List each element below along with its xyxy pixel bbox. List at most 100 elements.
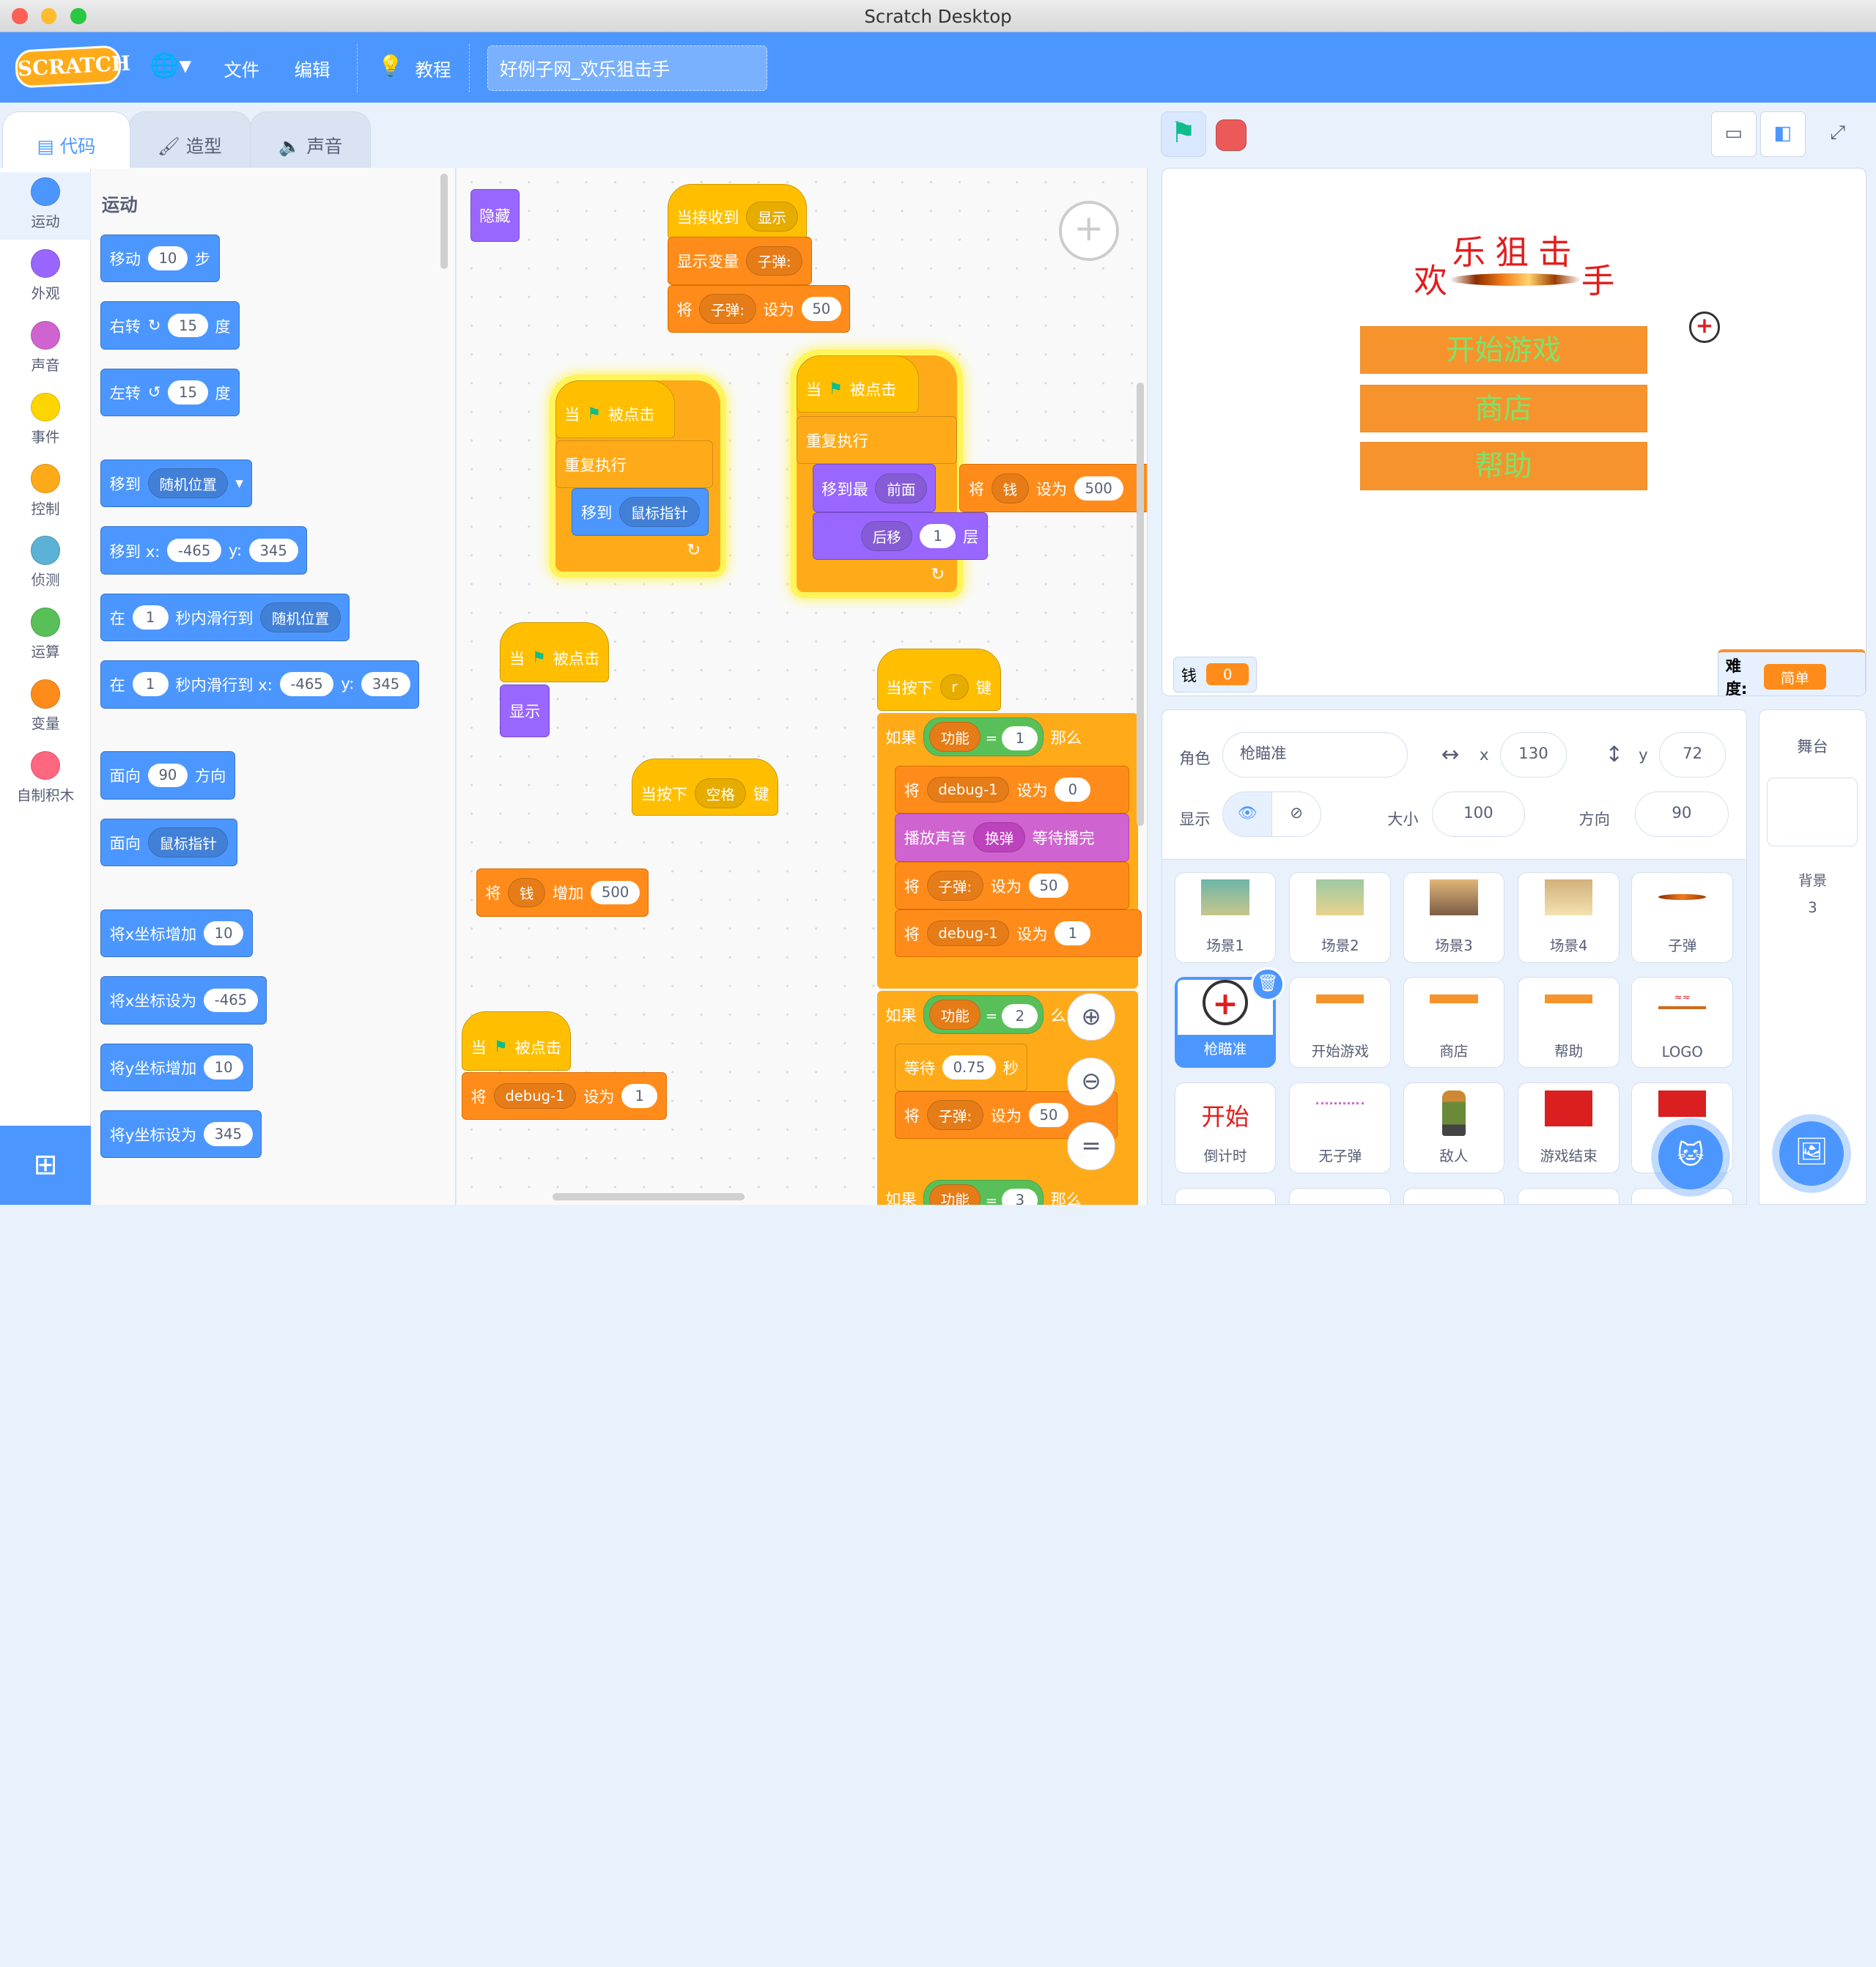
- block-forever[interactable]: 重复执行: [555, 440, 714, 489]
- menu-tutorials[interactable]: 教程: [416, 56, 451, 82]
- block-change-x[interactable]: 将x坐标增加 10: [100, 909, 253, 958]
- category-motion[interactable]: 运动: [0, 172, 92, 240]
- block-change-money[interactable]: 将钱增加 500: [476, 868, 649, 917]
- sprite-tile[interactable]: 游戏结束: [1518, 1082, 1620, 1174]
- zoom-out-button[interactable]: ⊖: [1067, 1058, 1115, 1106]
- sprite-tile[interactable]: [1403, 1187, 1505, 1205]
- block-hide[interactable]: 隐藏: [470, 188, 520, 242]
- add-backdrop-button[interactable]: 🖼: [1779, 1121, 1844, 1186]
- block-set-bullet[interactable]: 将子弹: 设为 50: [668, 284, 851, 333]
- sprite-tile[interactable]: 敌人: [1403, 1082, 1505, 1174]
- hide-sprite-button[interactable]: ⊘: [1271, 791, 1322, 838]
- block-go-backward[interactable]: 后移 1 层: [812, 512, 988, 561]
- block-when-r-pressed[interactable]: 当按下 r 键: [876, 648, 1001, 711]
- block-turn-right[interactable]: 右转 ↻ 15 度: [100, 301, 240, 350]
- block-forever-2[interactable]: 重复执行: [797, 416, 958, 465]
- stage-shop-button[interactable]: 商店: [1359, 385, 1647, 433]
- sprite-tile[interactable]: [1174, 1187, 1277, 1205]
- sprite-tile[interactable]: [1289, 1187, 1392, 1205]
- zoom-in-button[interactable]: ⊕: [1067, 993, 1115, 1041]
- stage-thumbnail[interactable]: [1766, 777, 1858, 847]
- tab-sounds[interactable]: 🔈 声音: [250, 111, 372, 169]
- block-set-debug-0[interactable]: 将 debug-1 设为 0: [895, 765, 1130, 814]
- stage-help-button[interactable]: 帮助: [1359, 442, 1647, 490]
- block-goto[interactable]: 移到 随机位置 ▾: [100, 459, 253, 508]
- stop-button[interactable]: [1215, 119, 1247, 151]
- category-operators[interactable]: 运算: [0, 608, 91, 661]
- block-set-debug-1[interactable]: 将 debug-1 设为 1: [895, 909, 1142, 958]
- block-point-towards[interactable]: 面向 鼠标指针: [100, 818, 237, 867]
- block-goto-xy[interactable]: 移到 x: -465 y: 345: [100, 526, 307, 575]
- category-sensing[interactable]: 侦测: [0, 536, 91, 589]
- block-show-variable[interactable]: 显示变量 子弹:: [668, 237, 812, 285]
- palette-scrollbar[interactable]: [440, 173, 448, 270]
- sprite-y-input[interactable]: 72: [1658, 731, 1727, 778]
- sprite-tile[interactable]: 场景2: [1289, 871, 1392, 963]
- tab-costumes[interactable]: 🖌 造型: [128, 111, 251, 169]
- block-show[interactable]: 显示: [500, 684, 550, 737]
- difficulty-monitor[interactable]: 难度: 简单: [1717, 649, 1866, 696]
- block-set-y[interactable]: 将y坐标设为 345: [100, 1110, 262, 1159]
- menu-edit[interactable]: 编辑: [295, 56, 330, 82]
- block-go-to-front[interactable]: 移到最 前面: [812, 464, 937, 512]
- sprite-tile[interactable]: ≈≈ LOGO: [1631, 977, 1734, 1069]
- sprite-tile[interactable]: [1631, 1187, 1734, 1205]
- block-set-x[interactable]: 将x坐标设为 -465: [100, 976, 267, 1025]
- sprite-name-input[interactable]: 枪瞄准: [1222, 731, 1408, 778]
- add-sprite-button[interactable]: 🐱: [1658, 1124, 1724, 1189]
- menu-file[interactable]: 文件: [224, 56, 259, 82]
- workspace-v-scrollbar[interactable]: [1137, 383, 1144, 826]
- sprite-tile[interactable]: 商店: [1403, 977, 1505, 1069]
- block-change-y[interactable]: 将y坐标增加 10: [100, 1043, 253, 1091]
- block-when-space-pressed[interactable]: 当按下 空格键: [632, 759, 778, 816]
- small-stage-button[interactable]: ▭: [1710, 111, 1757, 157]
- tab-code[interactable]: ▤ 代码: [2, 111, 130, 169]
- delete-sprite-button[interactable]: 🗑: [1251, 967, 1285, 1001]
- block-move-steps[interactable]: 移动 10 步: [100, 234, 220, 283]
- sprite-size-input[interactable]: 100: [1431, 791, 1526, 838]
- sprite-direction-input[interactable]: 90: [1635, 791, 1729, 838]
- block-turn-left[interactable]: 左转 ↺ 15 度: [100, 368, 240, 417]
- sprite-tile[interactable]: 子弹: [1631, 871, 1734, 963]
- sprite-tile[interactable]: 场景3: [1403, 871, 1505, 963]
- block-wait[interactable]: 等待 0.75 秒: [895, 1043, 1028, 1091]
- category-events[interactable]: 事件: [0, 392, 91, 446]
- block-when-flag-clicked-2[interactable]: 当 ⚑ 被点击: [797, 355, 919, 413]
- crosshair-sprite-icon[interactable]: +: [1688, 311, 1721, 343]
- block-set-debug-last[interactable]: 将 debug-1 设为 1: [462, 1071, 667, 1121]
- category-variables[interactable]: 变量: [0, 679, 91, 733]
- block-glide[interactable]: 在 1 秒内滑行到 随机位置: [100, 593, 350, 642]
- green-flag-button[interactable]: ⚑: [1160, 111, 1206, 157]
- scratch-logo[interactable]: SCRATCH: [14, 45, 131, 89]
- block-play-sound-until-done[interactable]: 播放声音 换弹 等待播完: [895, 813, 1130, 862]
- lightbulb-icon[interactable]: 💡: [378, 53, 404, 78]
- sprite-tile[interactable]: 开始游戏: [1289, 977, 1392, 1069]
- code-workspace[interactable]: 隐藏 当接收到 显示 显示变量 子弹: 将子弹: 设为 50 当 ⚑ 被点击 重复执行 移到…: [457, 167, 1148, 1206]
- show-sprite-button[interactable]: 👁: [1222, 791, 1273, 838]
- block-glide-xy[interactable]: 在 1 秒内滑行到 x: -465 y: 345: [100, 660, 420, 709]
- block-when-receive[interactable]: 当接收到 显示: [668, 184, 808, 240]
- fullscreen-button[interactable]: ⤢: [1815, 111, 1861, 157]
- sprite-tile[interactable]: 无子弹: [1289, 1082, 1392, 1174]
- money-monitor[interactable]: 钱0: [1173, 656, 1258, 693]
- sprite-tile[interactable]: 开始 倒计时: [1174, 1082, 1277, 1174]
- sprite-tile[interactable]: 场景4: [1518, 871, 1620, 963]
- project-title-input[interactable]: 好例子网_欢乐狙击手: [487, 45, 767, 92]
- stage-start-game-button[interactable]: 开始游戏: [1359, 326, 1647, 374]
- block-if-3[interactable]: 如果 功能 = 3 那么: [876, 1175, 1138, 1206]
- block-if-1[interactable]: 如果 功能 = 1 那么: [876, 713, 1138, 761]
- workspace-h-scrollbar[interactable]: [553, 1192, 745, 1200]
- block-goto-mouse[interactable]: 移到 鼠标指针: [572, 488, 709, 536]
- block-set-bullet-50[interactable]: 将子弹: 设为 50: [895, 861, 1130, 909]
- block-when-flag-clicked[interactable]: 当 ⚑ 被点击: [555, 380, 675, 438]
- sprite-tile[interactable]: 帮助: [1518, 977, 1620, 1069]
- zoom-reset-button[interactable]: =: [1067, 1122, 1115, 1170]
- block-when-flag-clicked-3[interactable]: 当 ⚑ 被点击: [500, 621, 609, 682]
- add-extension-button[interactable]: ⊞: [0, 1126, 92, 1206]
- language-globe-icon[interactable]: 🌐▾: [149, 51, 191, 79]
- block-when-flag-clicked-4[interactable]: 当 ⚑ 被点击: [462, 1011, 571, 1071]
- large-stage-button[interactable]: ◧: [1759, 111, 1806, 157]
- block-point-direction[interactable]: 面向 90 方向: [100, 751, 235, 800]
- block-set-money[interactable]: 将钱设为 500: [959, 464, 1147, 512]
- category-sound[interactable]: 声音: [0, 320, 91, 374]
